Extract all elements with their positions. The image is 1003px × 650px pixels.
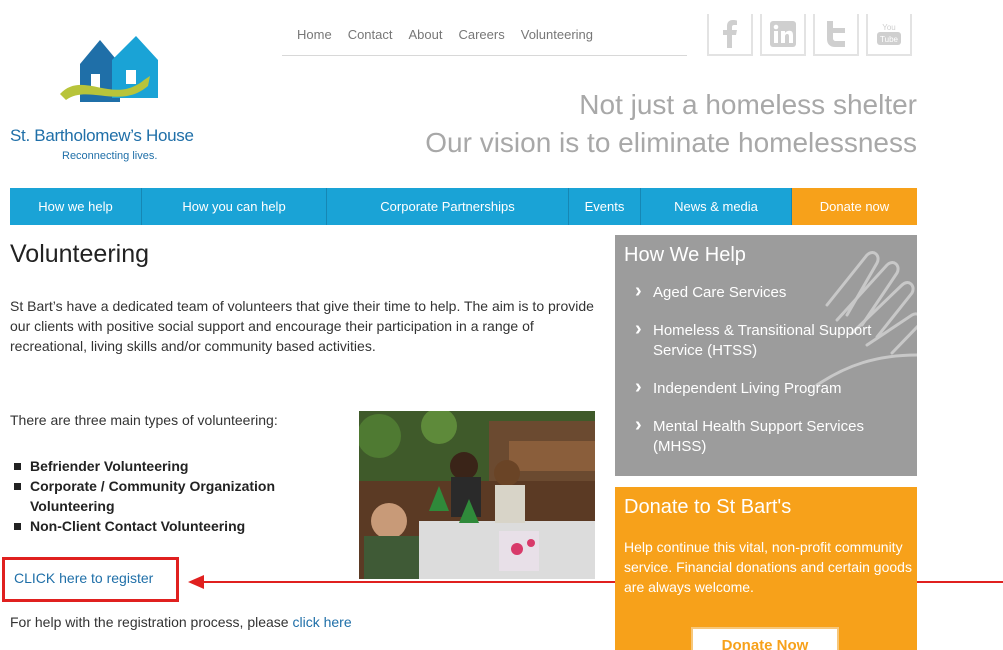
donate-text: Help continue this vital, non-profit com… xyxy=(624,539,912,595)
mainnav-how-we-help[interactable]: How we help xyxy=(10,188,142,225)
house-logo-icon xyxy=(60,36,158,102)
topnav-home[interactable]: Home xyxy=(297,24,332,55)
how-we-help-title: How We Help xyxy=(624,244,746,266)
help-item-independent-living[interactable]: Independent Living Program xyxy=(635,377,905,399)
help-item-htss[interactable]: Homeless & Transitional Support Service … xyxy=(635,319,905,361)
main-nav: How we help How you can help Corporate P… xyxy=(10,188,917,225)
site-logo[interactable]: St. Bartholomew’s House Reconnecting liv… xyxy=(10,34,220,169)
help-item-mhss[interactable]: Mental Health Support Services (MHSS) xyxy=(635,415,905,457)
mainnav-donate-now[interactable]: Donate now xyxy=(792,188,917,225)
header-tagline: Not just a homeless shelter Our vision i… xyxy=(425,86,917,162)
page-title: Volunteering xyxy=(10,240,150,268)
topnav-contact[interactable]: Contact xyxy=(348,24,393,55)
list-item: Corporate / Community Organization Volun… xyxy=(14,476,334,516)
tagline-line-2: Our vision is to eliminate homelessness xyxy=(425,127,917,158)
registration-help-link[interactable]: click here xyxy=(292,614,351,630)
types-heading: There are three main types of volunteeri… xyxy=(10,412,278,428)
brand-name: St. Bartholomew’s House xyxy=(10,126,194,145)
topnav-volunteering[interactable]: Volunteering xyxy=(521,24,593,55)
topnav-careers[interactable]: Careers xyxy=(458,24,504,55)
mainnav-how-you-can-help[interactable]: How you can help xyxy=(142,188,327,225)
youtube-top-text: You xyxy=(882,23,896,32)
twitter-icon[interactable] xyxy=(813,14,859,56)
help-services-list: Aged Care Services Homeless & Transition… xyxy=(635,281,905,475)
brand-tagline: Reconnecting lives. xyxy=(62,150,158,162)
volunteers-photo xyxy=(359,411,595,579)
list-item: Non-Client Contact Volunteering xyxy=(14,516,334,536)
youtube-bottom-text: Tube xyxy=(880,35,898,44)
linkedin-icon[interactable] xyxy=(760,14,806,56)
top-nav: Home Contact About Careers Volunteering xyxy=(282,24,687,56)
help-item-aged-care[interactable]: Aged Care Services xyxy=(635,281,905,303)
mainnav-events[interactable]: Events xyxy=(569,188,641,225)
register-link[interactable]: CLICK here to register xyxy=(14,570,153,586)
donate-now-button[interactable]: Donate Now xyxy=(691,627,839,650)
help-text: For help with the registration process, … xyxy=(10,614,289,630)
list-item: Befriender Volunteering xyxy=(14,456,334,476)
mainnav-corporate-partnerships[interactable]: Corporate Partnerships xyxy=(327,188,569,225)
tagline-line-1: Not just a homeless shelter xyxy=(579,89,917,120)
topnav-about[interactable]: About xyxy=(409,24,443,55)
volunteering-types-list: Befriender Volunteering Corporate / Comm… xyxy=(14,456,334,536)
facebook-icon[interactable] xyxy=(707,14,753,56)
intro-paragraph: St Bart’s have a dedicated team of volun… xyxy=(10,298,594,354)
how-we-help-panel: How We Help Aged Care Services Homeless … xyxy=(615,235,917,476)
youtube-icon[interactable]: You Tube xyxy=(866,14,912,56)
social-links: You Tube xyxy=(700,14,912,56)
mainnav-news-media[interactable]: News & media xyxy=(641,188,792,225)
donate-panel: Donate to St Bart's Help continue this v… xyxy=(615,487,917,650)
donate-title: Donate to St Bart's xyxy=(624,496,792,518)
registration-help-text: For help with the registration process, … xyxy=(10,614,352,630)
